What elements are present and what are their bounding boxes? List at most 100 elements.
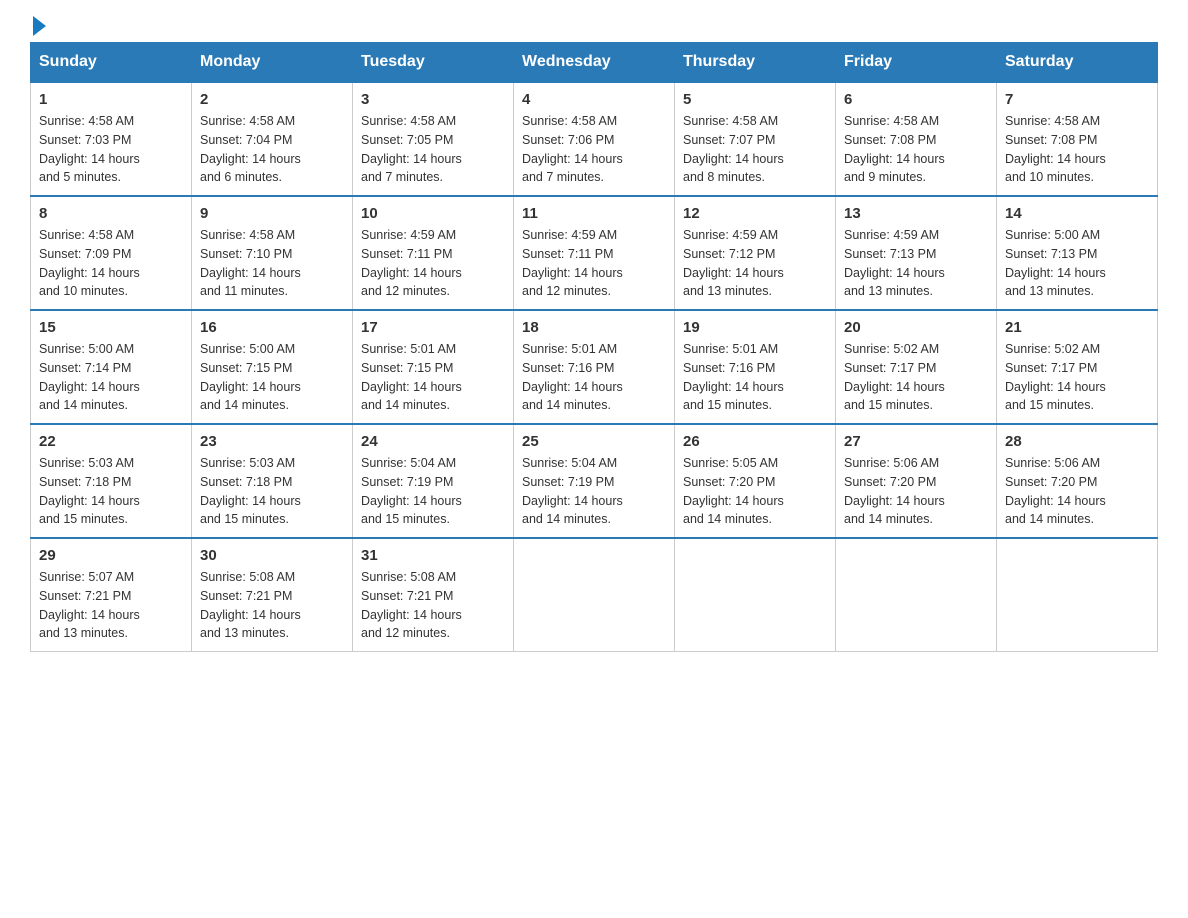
day-info: Sunrise: 5:00 AMSunset: 7:13 PMDaylight:…: [1005, 226, 1149, 301]
day-info: Sunrise: 5:02 AMSunset: 7:17 PMDaylight:…: [1005, 340, 1149, 415]
calendar-cell: 31 Sunrise: 5:08 AMSunset: 7:21 PMDayligh…: [353, 538, 514, 652]
day-number: 30: [200, 547, 344, 564]
day-info: Sunrise: 5:03 AMSunset: 7:18 PMDaylight:…: [200, 454, 344, 529]
day-info: Sunrise: 5:08 AMSunset: 7:21 PMDaylight:…: [200, 568, 344, 643]
calendar-cell: 17Sunrise: 5:01 AMSunset: 7:15 PMDayligh…: [353, 310, 514, 424]
calendar-cell: 5 Sunrise: 4:58 AMSunset: 7:07 PMDaylight…: [675, 82, 836, 196]
calendar-cell: 14Sunrise: 5:00 AMSunset: 7:13 PMDayligh…: [997, 196, 1158, 310]
day-number: 6: [844, 91, 988, 108]
day-info: Sunrise: 5:06 AMSunset: 7:20 PMDaylight:…: [844, 454, 988, 529]
day-info: Sunrise: 5:03 AMSunset: 7:18 PMDaylight:…: [39, 454, 183, 529]
day-info: Sunrise: 5:02 AMSunset: 7:17 PMDaylight:…: [844, 340, 988, 415]
day-info: Sunrise: 5:01 AMSunset: 7:15 PMDaylight:…: [361, 340, 505, 415]
calendar-cell: 18 Sunrise: 5:01 AMSunset: 7:16 PMDayligh…: [514, 310, 675, 424]
day-number: 29: [39, 547, 183, 564]
day-number: 22: [39, 433, 183, 450]
calendar-cell: 22 Sunrise: 5:03 AMSunset: 7:18 PMDayligh…: [31, 424, 192, 538]
day-number: 31: [361, 547, 505, 564]
day-info: Sunrise: 4:58 AMSunset: 7:06 PMDaylight:…: [522, 112, 666, 187]
day-number: 18: [522, 319, 666, 336]
calendar-cell: 26 Sunrise: 5:05 AMSunset: 7:20 PMDayligh…: [675, 424, 836, 538]
calendar-cell: 27 Sunrise: 5:06 AMSunset: 7:20 PMDayligh…: [836, 424, 997, 538]
day-info: Sunrise: 5:00 AMSunset: 7:15 PMDaylight:…: [200, 340, 344, 415]
day-info: Sunrise: 4:58 AMSunset: 7:07 PMDaylight:…: [683, 112, 827, 187]
day-number: 24: [361, 433, 505, 450]
day-info: Sunrise: 4:58 AMSunset: 7:09 PMDaylight:…: [39, 226, 183, 301]
day-header-thursday: Thursday: [675, 43, 836, 83]
calendar-cell: 4 Sunrise: 4:58 AMSunset: 7:06 PMDaylight…: [514, 82, 675, 196]
day-info: Sunrise: 4:59 AMSunset: 7:12 PMDaylight:…: [683, 226, 827, 301]
day-info: Sunrise: 4:59 AMSunset: 7:11 PMDaylight:…: [522, 226, 666, 301]
calendar-week-4: 22 Sunrise: 5:03 AMSunset: 7:18 PMDayligh…: [31, 424, 1158, 538]
day-info: Sunrise: 5:05 AMSunset: 7:20 PMDaylight:…: [683, 454, 827, 529]
calendar-cell: 7Sunrise: 4:58 AMSunset: 7:08 PMDaylight…: [997, 82, 1158, 196]
calendar-cell: 24 Sunrise: 5:04 AMSunset: 7:19 PMDayligh…: [353, 424, 514, 538]
day-number: 15: [39, 319, 183, 336]
day-info: Sunrise: 4:59 AMSunset: 7:11 PMDaylight:…: [361, 226, 505, 301]
day-info: Sunrise: 5:07 AMSunset: 7:21 PMDaylight:…: [39, 568, 183, 643]
calendar-cell: 8 Sunrise: 4:58 AMSunset: 7:09 PMDaylight…: [31, 196, 192, 310]
day-number: 28: [1005, 433, 1149, 450]
day-number: 3: [361, 91, 505, 108]
day-info: Sunrise: 4:59 AMSunset: 7:13 PMDaylight:…: [844, 226, 988, 301]
calendar-cell: [675, 538, 836, 652]
calendar-cell: 15 Sunrise: 5:00 AMSunset: 7:14 PMDayligh…: [31, 310, 192, 424]
calendar-week-2: 8 Sunrise: 4:58 AMSunset: 7:09 PMDaylight…: [31, 196, 1158, 310]
logo: [30, 20, 46, 32]
day-info: Sunrise: 4:58 AMSunset: 7:05 PMDaylight:…: [361, 112, 505, 187]
day-number: 16: [200, 319, 344, 336]
calendar-cell: 25 Sunrise: 5:04 AMSunset: 7:19 PMDayligh…: [514, 424, 675, 538]
calendar-cell: 16 Sunrise: 5:00 AMSunset: 7:15 PMDayligh…: [192, 310, 353, 424]
calendar-cell: 20 Sunrise: 5:02 AMSunset: 7:17 PMDayligh…: [836, 310, 997, 424]
day-number: 21: [1005, 319, 1149, 336]
day-number: 11: [522, 205, 666, 222]
day-info: Sunrise: 5:01 AMSunset: 7:16 PMDaylight:…: [522, 340, 666, 415]
day-number: 10: [361, 205, 505, 222]
calendar-cell: 29 Sunrise: 5:07 AMSunset: 7:21 PMDayligh…: [31, 538, 192, 652]
calendar-week-5: 29 Sunrise: 5:07 AMSunset: 7:21 PMDayligh…: [31, 538, 1158, 652]
calendar-cell: 12 Sunrise: 4:59 AMSunset: 7:12 PMDayligh…: [675, 196, 836, 310]
page-header: [30, 20, 1158, 32]
calendar-cell: [514, 538, 675, 652]
day-number: 25: [522, 433, 666, 450]
day-header-sunday: Sunday: [31, 43, 192, 83]
day-number: 12: [683, 205, 827, 222]
day-number: 9: [200, 205, 344, 222]
day-info: Sunrise: 4:58 AMSunset: 7:03 PMDaylight:…: [39, 112, 183, 187]
day-number: 5: [683, 91, 827, 108]
day-info: Sunrise: 5:00 AMSunset: 7:14 PMDaylight:…: [39, 340, 183, 415]
calendar-cell: 28 Sunrise: 5:06 AMSunset: 7:20 PMDayligh…: [997, 424, 1158, 538]
logo-triangle-icon: [33, 16, 46, 36]
calendar-cell: 19Sunrise: 5:01 AMSunset: 7:16 PMDayligh…: [675, 310, 836, 424]
day-number: 27: [844, 433, 988, 450]
calendar-cell: [836, 538, 997, 652]
day-info: Sunrise: 5:04 AMSunset: 7:19 PMDaylight:…: [361, 454, 505, 529]
day-number: 4: [522, 91, 666, 108]
day-number: 19: [683, 319, 827, 336]
calendar-cell: 30 Sunrise: 5:08 AMSunset: 7:21 PMDayligh…: [192, 538, 353, 652]
calendar-cell: 21 Sunrise: 5:02 AMSunset: 7:17 PMDayligh…: [997, 310, 1158, 424]
day-number: 7: [1005, 91, 1149, 108]
calendar-cell: 9Sunrise: 4:58 AMSunset: 7:10 PMDaylight…: [192, 196, 353, 310]
day-number: 23: [200, 433, 344, 450]
day-info: Sunrise: 5:06 AMSunset: 7:20 PMDaylight:…: [1005, 454, 1149, 529]
calendar-cell: 13 Sunrise: 4:59 AMSunset: 7:13 PMDayligh…: [836, 196, 997, 310]
day-info: Sunrise: 5:04 AMSunset: 7:19 PMDaylight:…: [522, 454, 666, 529]
calendar-cell: 10 Sunrise: 4:59 AMSunset: 7:11 PMDayligh…: [353, 196, 514, 310]
day-header-friday: Friday: [836, 43, 997, 83]
calendar-cell: 11 Sunrise: 4:59 AMSunset: 7:11 PMDayligh…: [514, 196, 675, 310]
day-number: 13: [844, 205, 988, 222]
day-header-monday: Monday: [192, 43, 353, 83]
day-header-tuesday: Tuesday: [353, 43, 514, 83]
day-info: Sunrise: 4:58 AMSunset: 7:04 PMDaylight:…: [200, 112, 344, 187]
calendar-cell: [997, 538, 1158, 652]
calendar-table: SundayMondayTuesdayWednesdayThursdayFrid…: [30, 42, 1158, 652]
calendar-header-row: SundayMondayTuesdayWednesdayThursdayFrid…: [31, 43, 1158, 83]
day-info: Sunrise: 5:08 AMSunset: 7:21 PMDaylight:…: [361, 568, 505, 643]
day-number: 8: [39, 205, 183, 222]
calendar-cell: 6Sunrise: 4:58 AMSunset: 7:08 PMDaylight…: [836, 82, 997, 196]
day-number: 1: [39, 91, 183, 108]
day-number: 20: [844, 319, 988, 336]
calendar-cell: 3 Sunrise: 4:58 AMSunset: 7:05 PMDaylight…: [353, 82, 514, 196]
day-number: 26: [683, 433, 827, 450]
